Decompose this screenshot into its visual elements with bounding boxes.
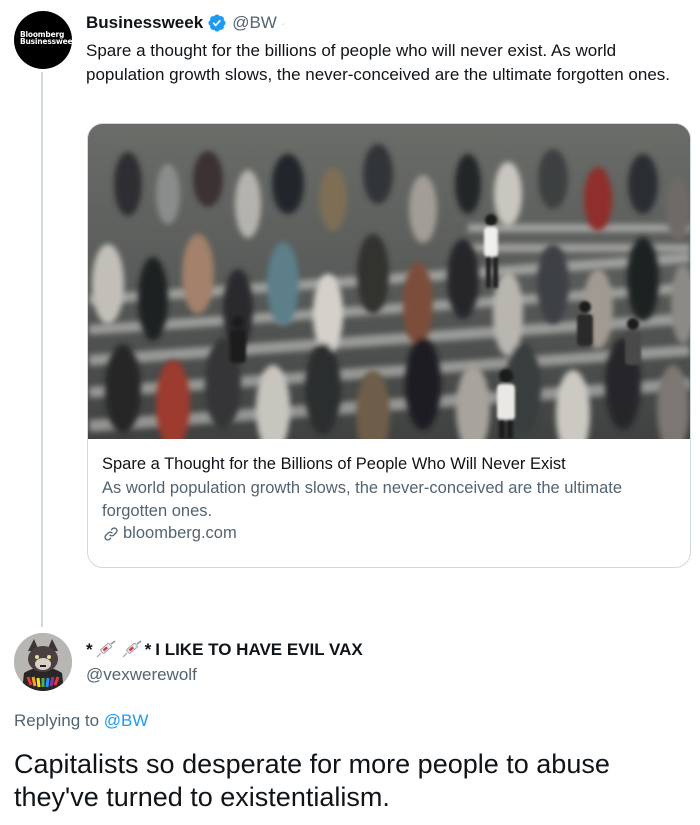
reply-header: * * I LIKE TO HAVE EVIL VAX @vexwerewolf [86,638,363,685]
verified-badge-icon [208,14,226,32]
thread-line [41,72,43,627]
reply-author-handle[interactable]: @vexwerewolf [86,665,363,685]
avatar[interactable] [14,633,72,691]
name-prefix: * [86,640,93,659]
link-card[interactable]: Spare a Thought for the Billions of Peop… [87,123,691,568]
card-domain: bloomberg.com [102,524,682,543]
name-middle: * [144,640,152,659]
card-body: Spare a Thought for the Billions of Peop… [102,453,682,543]
replying-to-mention[interactable]: @BW [104,711,149,730]
businessweek-logo: Bloomberg Businessweek [20,30,72,46]
link-icon [104,526,118,541]
tweet: Businessweek @BW · Spare a thought for t… [86,12,686,87]
syringe-icon [122,640,142,658]
tweet-header: Businessweek @BW · [86,12,686,34]
card-description: As world population growth slows, the ne… [102,479,623,520]
card-image [88,124,690,439]
card-title: Spare a Thought for the Billions of Peop… [102,455,566,473]
replying-to: Replying to @BW [14,711,148,731]
separator-dot: · [280,15,286,31]
avatar[interactable]: Bloomberg Businessweek [14,11,72,69]
tweet-text: Spare a thought for the billions of peop… [86,41,671,84]
card-domain-text: bloomberg.com [123,524,237,542]
reply-text: Capitalists so desperate for more people… [14,749,610,812]
reply-author-name[interactable]: * * I LIKE TO HAVE EVIL VAX [86,638,363,662]
name-text: I LIKE TO HAVE EVIL VAX [155,640,363,659]
syringe-icon [96,640,116,658]
author-name[interactable]: Businessweek [86,13,203,33]
replying-to-label: Replying to [14,711,100,730]
author-handle[interactable]: @BW [232,13,277,33]
